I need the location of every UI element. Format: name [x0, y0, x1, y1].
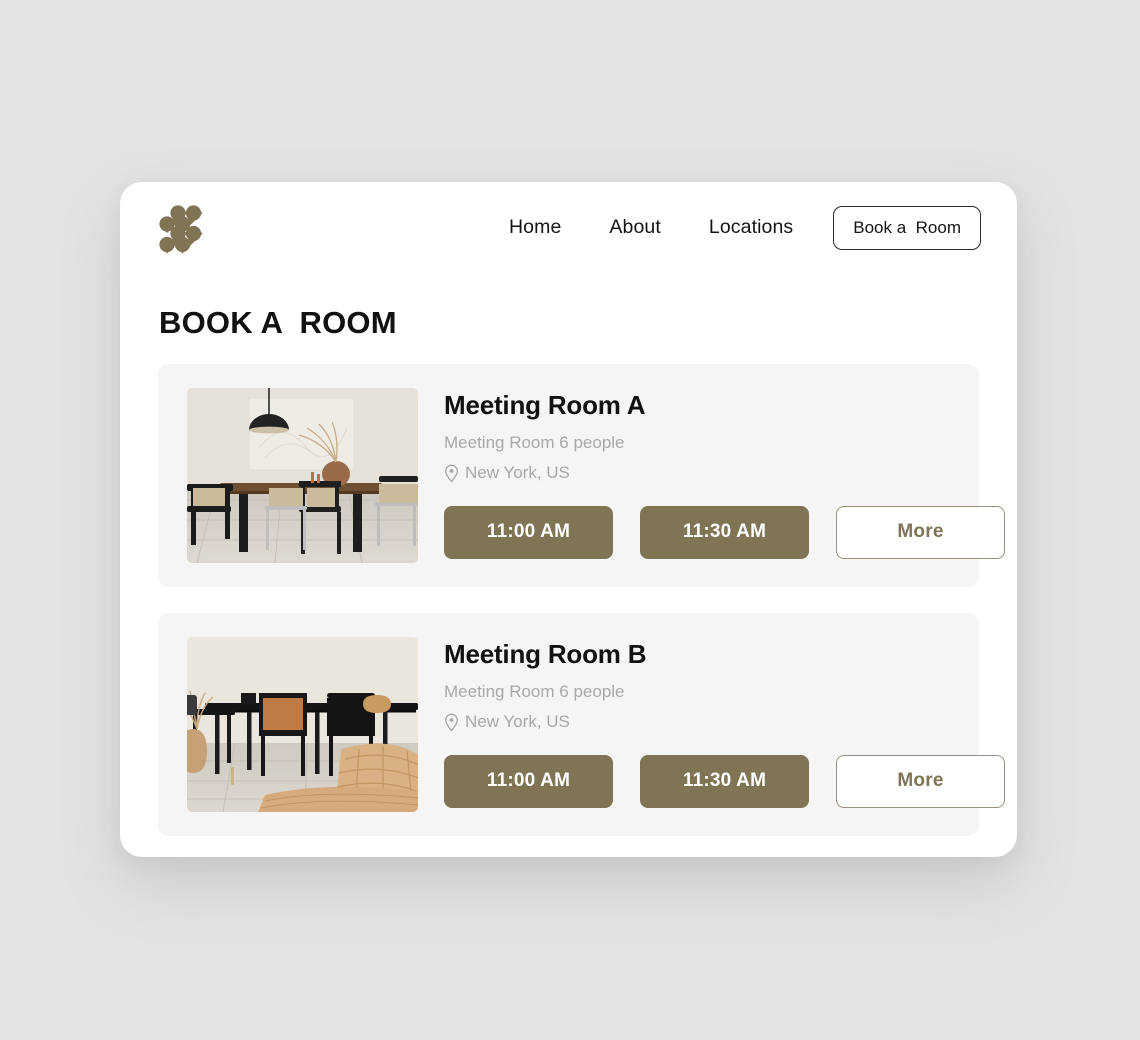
room-name: Meeting Room A — [444, 390, 646, 420]
time-slot-button[interactable]: 11:00 AM — [444, 754, 613, 808]
time-slot-group: 11:00 AM 11:30 AM More — [444, 505, 1005, 559]
more-button[interactable]: More — [836, 505, 1005, 559]
room-info: Meeting Room A Meeting Room 6 people New… — [444, 388, 1005, 559]
brand-logo-icon[interactable] — [159, 202, 209, 256]
room-card[interactable]: Meeting Room A Meeting Room 6 people New… — [158, 364, 1005, 587]
time-slot-button[interactable]: 11:30 AM — [640, 505, 809, 559]
time-slot-button[interactable]: 11:00 AM — [444, 505, 613, 559]
room-location-label: New York, US — [465, 712, 570, 732]
nav-item-about[interactable]: About — [609, 216, 660, 239]
site-header: Home About Locations Book a Room — [120, 182, 1017, 280]
book-a-room-button[interactable]: Book a Room — [833, 206, 981, 250]
room-card[interactable]: Meeting Room B Meeting Room 6 people New… — [158, 613, 1005, 836]
more-button[interactable]: More — [836, 754, 1005, 808]
map-pin-icon — [445, 464, 458, 483]
room-info: Meeting Room B Meeting Room 6 people New… — [444, 637, 1005, 808]
room-location: New York, US — [444, 712, 1005, 732]
room-list: Meeting Room A Meeting Room 6 people New… — [158, 364, 1005, 836]
time-slot-button[interactable]: 11:30 AM — [640, 754, 809, 808]
room-capacity: Meeting Room 6 people — [444, 432, 625, 452]
room-thumbnail — [187, 637, 418, 812]
room-capacity: Meeting Room 6 people — [444, 681, 625, 701]
nav-item-locations[interactable]: Locations — [709, 216, 793, 239]
booking-panel: Home About Locations Book a Room BOOK A … — [120, 182, 1017, 857]
nav-item-home[interactable]: Home — [509, 216, 561, 239]
app-canvas: Home About Locations Book a Room BOOK A … — [0, 0, 1140, 1040]
map-pin-icon — [445, 713, 458, 732]
room-thumbnail — [187, 388, 418, 563]
page-title: BOOK A ROOM — [159, 305, 397, 340]
room-location: New York, US — [444, 463, 1005, 483]
room-name: Meeting Room B — [444, 639, 647, 669]
room-location-label: New York, US — [465, 463, 570, 483]
time-slot-group: 11:00 AM 11:30 AM More — [444, 754, 1005, 808]
main-navigation: Home About Locations Book a Room — [509, 206, 981, 250]
